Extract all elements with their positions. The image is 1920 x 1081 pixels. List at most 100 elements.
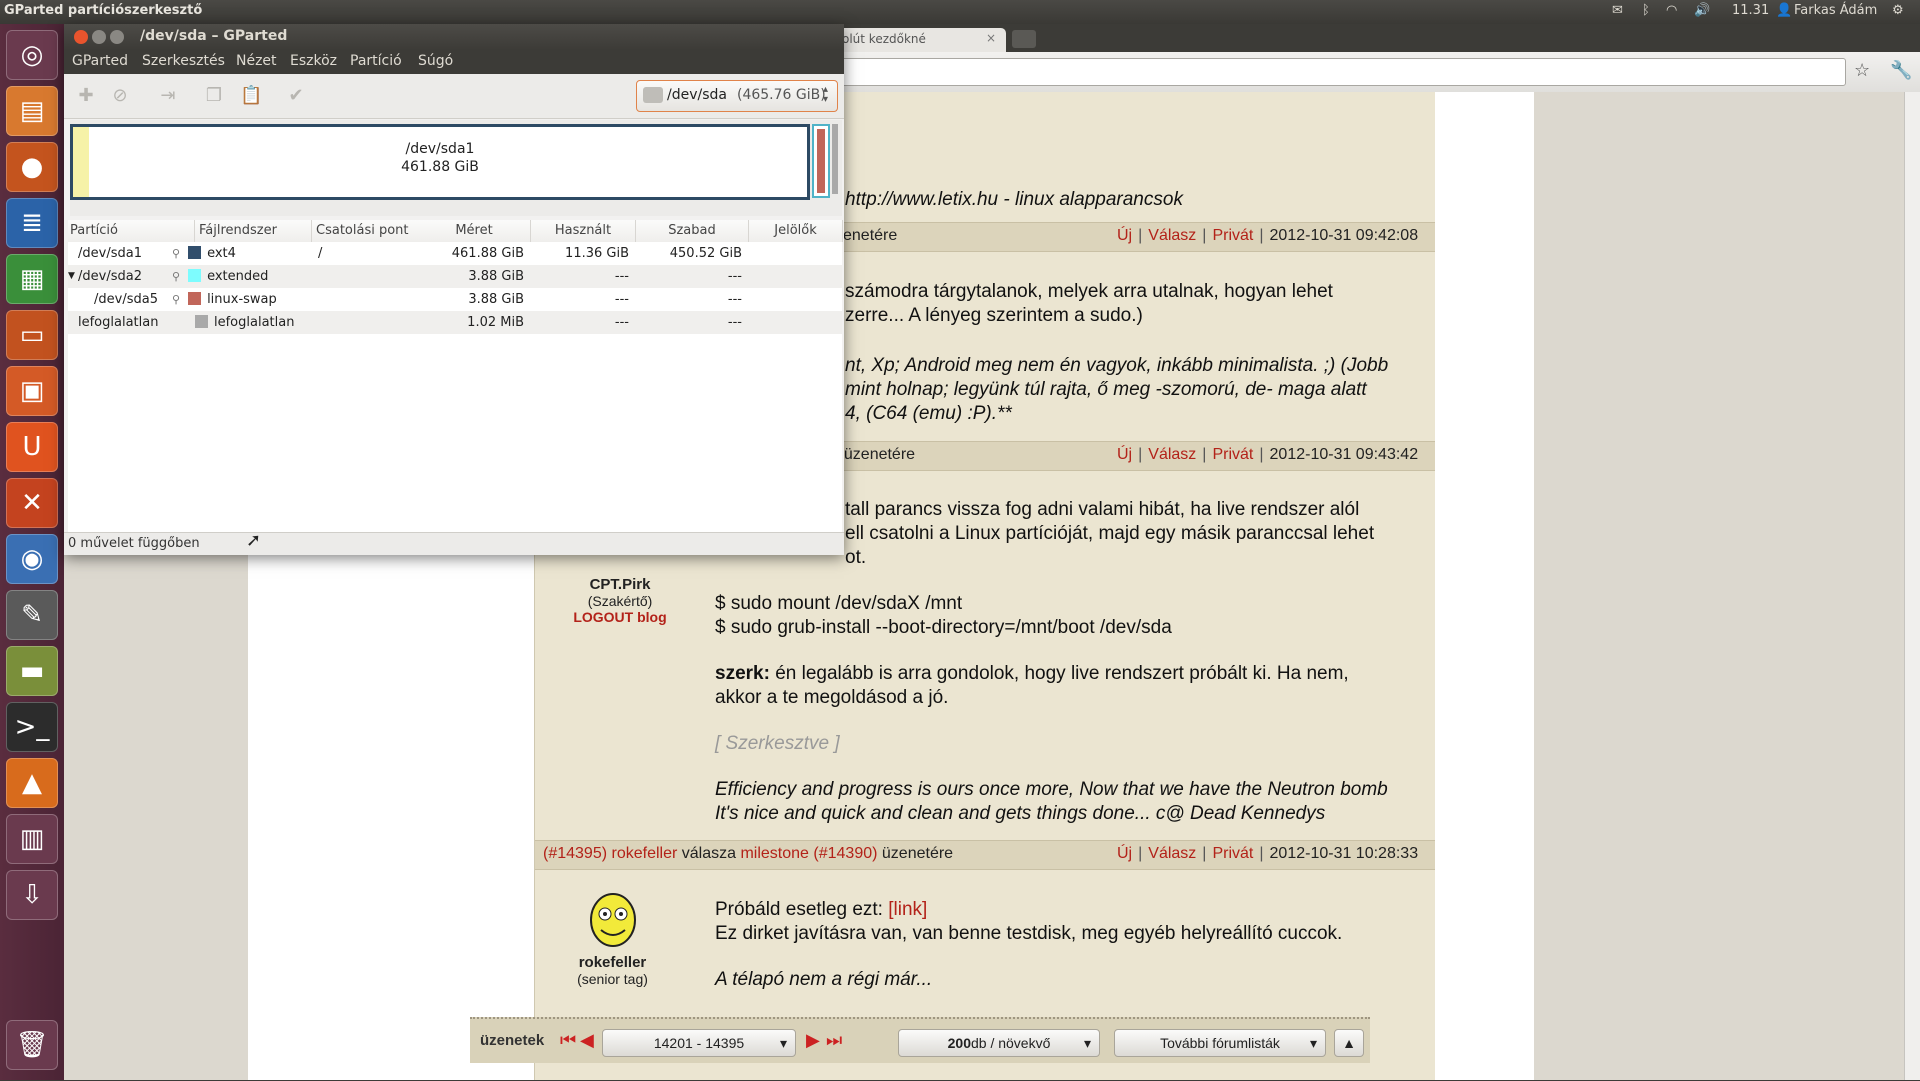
post-link[interactable]: [link] [888, 899, 927, 920]
reply-link[interactable]: Válasz [1148, 446, 1196, 463]
col-mountpoint[interactable]: Csatolási pont [312, 220, 419, 242]
menu-gparted[interactable]: GParted [72, 53, 128, 69]
reply-link[interactable]: Válasz [1148, 845, 1196, 862]
calc-icon[interactable]: ▦ [6, 254, 58, 304]
device-selector[interactable]: /dev/sda (465.76 GiB) ▴ ▾ [636, 80, 838, 112]
col-used[interactable]: Használt [531, 220, 636, 242]
private-link[interactable]: Privát [1212, 845, 1253, 862]
per-page-select[interactable]: 200 db / növekvő ▾ [898, 1029, 1100, 1057]
table-row[interactable]: lefoglalatlan lefoglalatlan 1.02 MiB --- --- [68, 311, 842, 334]
bluetooth-icon[interactable]: ᛒ [1642, 3, 1650, 18]
bookmark-star-icon[interactable]: ☆ [1854, 60, 1870, 81]
new-partition-icon[interactable]: ✚ [76, 86, 96, 106]
copy-icon[interactable]: ❐ [204, 86, 224, 106]
partition-block-swap[interactable] [817, 129, 825, 193]
user-icon[interactable]: 👤 [1776, 3, 1792, 18]
chromium-icon[interactable]: ◉ [6, 534, 58, 584]
new-link[interactable]: Új [1117, 845, 1132, 862]
mail-icon[interactable]: ✉ [1612, 3, 1623, 18]
target-number-link[interactable]: (#14390) [813, 845, 877, 862]
wifi-icon[interactable]: ◠ [1666, 3, 1677, 18]
prev-page-icon[interactable]: ◀ [580, 1030, 594, 1051]
system-settings-icon[interactable]: ✕ [6, 478, 58, 528]
table-row[interactable]: /dev/sda1 ⚲ ext4/461.88 GiB 11.36 GiB 450.52… [68, 242, 842, 265]
minimize-window-button[interactable] [92, 30, 106, 44]
partition-block-extended[interactable] [812, 124, 830, 198]
new-tab-button[interactable] [1012, 30, 1036, 48]
author-name[interactable]: CPT.Pirk [535, 576, 705, 593]
wrench-icon[interactable]: 🔧 [1890, 60, 1912, 81]
paste-icon[interactable]: 📋 [240, 86, 262, 106]
cell-size: 461.88 GiB [451, 246, 524, 261]
scroll-top-button[interactable]: ▲ [1334, 1029, 1364, 1057]
cell-size: 3.88 GiB [468, 292, 524, 307]
gparted-icon[interactable]: ▬ [6, 646, 58, 696]
clock[interactable]: 11.31 [1732, 3, 1769, 18]
usb-drive-icon[interactable]: ⇩ [6, 870, 58, 920]
cell-free: --- [727, 269, 742, 284]
col-size[interactable]: Méret [418, 220, 531, 242]
col-partition[interactable]: Partíció [68, 220, 195, 242]
partition-block-unallocated[interactable] [832, 124, 838, 194]
impress-icon[interactable]: ▭ [6, 310, 58, 360]
menu-view[interactable]: Nézet [236, 53, 277, 69]
close-window-button[interactable] [74, 30, 88, 44]
ubuntu-one-icon[interactable]: U [6, 422, 58, 472]
reply-text: válasza [681, 845, 737, 862]
letix-link-text[interactable]: http://www.letix.hu - linux alapparancso… [845, 188, 1183, 212]
vlc-icon[interactable]: ▲ [6, 758, 58, 808]
disk-graph: /dev/sda1 461.88 GiB [70, 120, 842, 216]
col-free[interactable]: Szabad [636, 220, 749, 242]
terminal-icon[interactable]: >_ [6, 702, 58, 752]
table-row[interactable]: /dev/sda5 ⚲ linux-swap 3.88 GiB --- --- [68, 288, 842, 311]
key-icon: ⚲ [172, 247, 181, 260]
user-name[interactable]: Farkas Ádám [1794, 3, 1877, 18]
software-center-icon[interactable]: ▣ [6, 366, 58, 416]
expander-icon[interactable]: ▼ [68, 265, 75, 288]
post-number-link[interactable]: (#14395) [543, 845, 607, 862]
resize-move-icon[interactable]: ⇥ [158, 86, 178, 106]
first-page-icon[interactable]: ⏮ [560, 1030, 576, 1051]
more-forums-select[interactable]: További fórumlisták ▾ [1114, 1029, 1326, 1057]
col-filesystem[interactable]: Fájlrendszer [195, 220, 312, 242]
delete-partition-icon[interactable]: ⊘ [110, 86, 130, 106]
inkscape-icon[interactable]: ✎ [6, 590, 58, 640]
writer-icon[interactable]: ≣ [6, 198, 58, 248]
edit-label: szerk: [715, 663, 770, 684]
author-blog-link[interactable]: LOGOUT blog [535, 609, 705, 625]
page-scrollbar[interactable] [1904, 92, 1920, 1080]
trash-icon[interactable]: 🗑 [6, 1020, 58, 1070]
target-author-link[interactable]: milestone [740, 845, 808, 862]
partition-block-sda1[interactable]: /dev/sda1 461.88 GiB [70, 124, 810, 200]
private-link[interactable]: Privát [1212, 227, 1253, 244]
next-page-icon[interactable]: ▶ [806, 1030, 820, 1051]
menu-partition[interactable]: Partíció [350, 53, 402, 69]
private-link[interactable]: Privát [1212, 446, 1253, 463]
new-link[interactable]: Új [1117, 446, 1132, 463]
close-tab-icon[interactable]: × [986, 31, 996, 45]
volume-icon[interactable]: 🔊 [1694, 3, 1710, 18]
post-text: ot. [845, 547, 867, 568]
maximize-window-button[interactable] [110, 30, 124, 44]
files-icon[interactable]: ▤ [6, 86, 58, 136]
apply-icon[interactable]: ✔ [286, 86, 306, 106]
workspace-switcher-icon[interactable]: ▥ [6, 814, 58, 864]
author-name[interactable]: rokefeller [535, 954, 690, 971]
gparted-titlebar[interactable]: /dev/sda – GParted [64, 24, 844, 50]
last-page-icon[interactable]: ⏭ [826, 1030, 842, 1051]
table-row[interactable]: ▼/dev/sda2 ⚲ extended 3.88 GiB --- --- [68, 265, 842, 288]
avatar[interactable] [583, 888, 643, 952]
menu-help[interactable]: Súgó [418, 53, 453, 69]
reply-link[interactable]: Válasz [1148, 227, 1196, 244]
menu-device[interactable]: Eszköz [290, 53, 337, 69]
browser-tab[interactable]: olút kezdőkné × [832, 28, 1006, 52]
firefox-icon[interactable]: ● [6, 142, 58, 192]
menu-edit[interactable]: Szerkesztés [142, 53, 225, 69]
new-link[interactable]: Új [1117, 227, 1132, 244]
page-range-select[interactable]: 14201 - 14395 ▾ [602, 1029, 796, 1057]
cell-free: --- [727, 292, 742, 307]
dash-home-icon[interactable]: ◎ [6, 30, 58, 80]
col-flags[interactable]: Jelölők [749, 220, 843, 242]
gear-icon[interactable]: ⚙ [1892, 3, 1904, 18]
author-link[interactable]: rokefeller [612, 845, 678, 862]
